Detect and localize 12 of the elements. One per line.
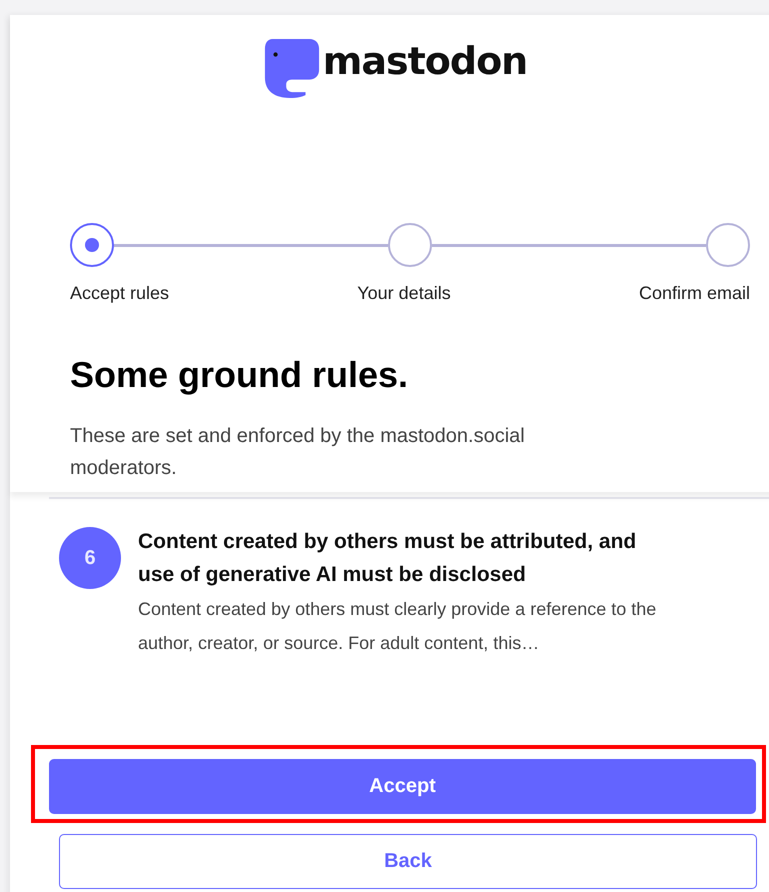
step-label: Accept rules xyxy=(70,283,170,304)
mastodon-logo-icon xyxy=(262,37,321,99)
logo-wordmark: mastodon xyxy=(322,38,528,85)
rule-number: 6 xyxy=(59,527,121,589)
intro-text: These are set and enforced by the mastodon.social moderators. xyxy=(70,424,526,481)
page-heading: Some ground rules. xyxy=(70,354,410,396)
rule-title: Content created by others must be attributed, and use of generative AI must be disclosed xyxy=(138,529,638,588)
step-label: Your details xyxy=(357,283,451,304)
accept-button[interactable]: Accept xyxy=(49,759,756,814)
back-button[interactable]: Back xyxy=(59,834,757,889)
step-label: Confirm email xyxy=(638,283,750,304)
rule-description: Content created by others must clearly provide a reference to the author, creator, or source. For adult content, this… xyxy=(138,598,658,655)
